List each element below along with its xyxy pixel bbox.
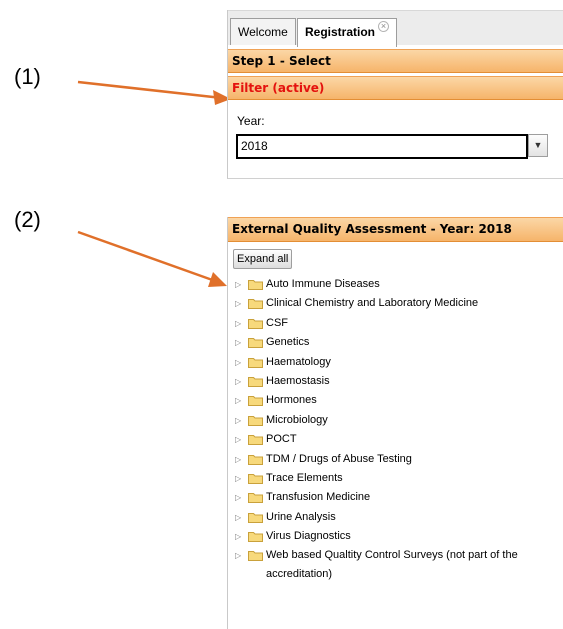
annotation-arrow-2 (77, 230, 227, 287)
triangle-right-icon[interactable]: ▷ (235, 391, 241, 410)
tree-item-label: Genetics (266, 336, 310, 349)
tree-item-label: Transfusion Medicine (266, 491, 371, 504)
tree-item-label: Haemostasis (266, 374, 330, 387)
tree-item-label: Hormones (266, 394, 317, 407)
folder-icon (248, 280, 263, 290)
tree-item-label: Virus Diagnostics (266, 530, 351, 543)
triangle-right-icon[interactable]: ▷ (235, 450, 241, 469)
folder-icon (248, 493, 263, 504)
tree-item[interactable]: ▷ Trace Elements (234, 469, 559, 488)
folder-icon (248, 376, 263, 387)
folder-icon (248, 415, 263, 426)
tree-item[interactable]: ▷ Web based Qualtity Control Surveys (not… (234, 546, 559, 584)
triangle-right-icon[interactable]: ▷ (235, 275, 241, 294)
eqa-tree: ▷ Auto Immune Diseases ▷ Clinical Chemistr… (234, 275, 559, 584)
tree-item[interactable]: ▷ Haematology (234, 353, 559, 372)
triangle-right-icon[interactable]: ▷ (235, 508, 241, 527)
tab-welcome-label: Welcome (238, 25, 288, 39)
tree-item[interactable]: ▷ TDM / Drugs of Abuse Testing (234, 450, 559, 469)
tree-item-label: TDM / Drugs of Abuse Testing (266, 452, 412, 465)
year-select[interactable]: 2018 (236, 134, 528, 159)
annotation-label-2: (2) (14, 207, 41, 232)
folder-icon (248, 473, 263, 484)
expand-all-button[interactable]: Expand all (233, 249, 293, 269)
tree-item[interactable]: ▷ Genetics (234, 333, 559, 352)
triangle-right-icon[interactable]: ▷ (235, 527, 241, 546)
tree-item-label: Web based Qualtity Control Surveys (not … (266, 549, 518, 581)
folder-icon (248, 338, 263, 349)
eqa-panel-header: External Quality Assessment - Year: 2018 (228, 217, 563, 242)
folder-icon (248, 551, 263, 562)
step-header[interactable]: Step 1 - Select (228, 49, 563, 73)
folder-icon (248, 435, 263, 446)
tree-item[interactable]: ▷ Urine Analysis (234, 508, 559, 527)
tree-item-label: POCT (266, 433, 297, 446)
tab-welcome[interactable]: Welcome (230, 18, 296, 45)
tree-item-label: Microbiology (266, 413, 328, 426)
folder-icon (248, 454, 263, 465)
tree-item-label: Haematology (266, 355, 331, 368)
eqa-panel: External Quality Assessment - Year: 2018… (227, 217, 563, 629)
tab-bar: Welcome Registration × (228, 10, 563, 47)
tree-item[interactable]: ▷ Haemostasis (234, 372, 559, 391)
registration-panel: Welcome Registration × Step 1 - Select Fi… (227, 10, 563, 179)
tree-item-label: Auto Immune Diseases (266, 278, 380, 290)
tree-item[interactable]: ▷ CSF (234, 314, 559, 333)
tab-registration-label: Registration (305, 25, 376, 39)
step-header-title: Step 1 - Select (232, 54, 331, 68)
tree-item[interactable]: ▷ Transfusion Medicine (234, 488, 559, 507)
annotation-label-1: (1) (14, 64, 41, 89)
triangle-right-icon[interactable]: ▷ (235, 314, 241, 333)
annotation-arrow-1 (77, 80, 231, 105)
eqa-panel-title: External Quality Assessment - Year: 2018 (232, 222, 512, 236)
triangle-right-icon[interactable]: ▷ (235, 372, 241, 391)
triangle-right-icon[interactable]: ▷ (235, 294, 241, 313)
chevron-down-icon[interactable]: ▼ (528, 134, 548, 157)
folder-icon (248, 299, 263, 310)
tree-item-label: Trace Elements (266, 471, 343, 484)
tree-item-label: Urine Analysis (266, 510, 336, 523)
triangle-right-icon[interactable]: ▷ (235, 430, 241, 449)
tree-item-label: Clinical Chemistry and Laboratory Medici… (266, 297, 479, 310)
tree-item[interactable]: ▷ Virus Diagnostics (234, 527, 559, 546)
folder-icon (248, 357, 263, 368)
triangle-right-icon[interactable]: ▷ (235, 546, 241, 565)
tree-item[interactable]: ▷ POCT (234, 430, 559, 449)
folder-icon (248, 318, 263, 329)
filter-header[interactable]: Filter (active) (228, 76, 563, 100)
tree-item[interactable]: ▷ Clinical Chemistry and Laboratory Medic… (234, 294, 559, 313)
close-icon[interactable]: × (378, 21, 390, 32)
triangle-right-icon[interactable]: ▷ (235, 353, 241, 372)
folder-icon (248, 512, 263, 523)
tree-item[interactable]: ▷ Auto Immune Diseases (234, 275, 559, 294)
tree-item[interactable]: ▷ Microbiology (234, 411, 559, 430)
tab-registration[interactable]: Registration × (297, 18, 398, 47)
folder-icon (248, 532, 263, 543)
tree-item-label: CSF (266, 316, 288, 329)
year-label: Year: (237, 114, 265, 128)
triangle-right-icon[interactable]: ▷ (235, 333, 241, 352)
triangle-right-icon[interactable]: ▷ (235, 469, 241, 488)
triangle-right-icon[interactable]: ▷ (235, 488, 241, 507)
filter-header-title: Filter (active) (232, 81, 325, 95)
triangle-right-icon[interactable]: ▷ (235, 411, 241, 430)
tree-item[interactable]: ▷ Hormones (234, 391, 559, 410)
folder-icon (248, 396, 263, 407)
